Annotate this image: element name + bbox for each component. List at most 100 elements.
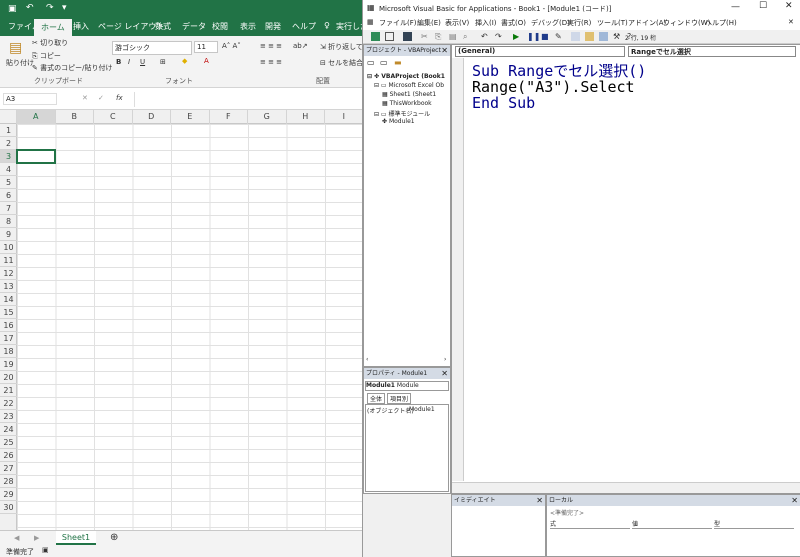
row-header[interactable]: 13 — [0, 280, 17, 293]
row-header[interactable]: 12 — [0, 267, 17, 280]
customize-icon[interactable]: ▾ — [62, 3, 67, 13]
project-close-icon[interactable]: ✕ — [441, 45, 448, 56]
row-header[interactable]: 30 — [0, 501, 17, 514]
menu-run[interactable]: 実行(R) — [567, 18, 591, 28]
wrap-text-button[interactable]: ⇲ 折り返して — [320, 42, 362, 52]
properties-icon[interactable] — [585, 32, 594, 41]
property-name-value[interactable]: Module1 — [409, 406, 435, 413]
properties-close-icon[interactable]: ✕ — [441, 368, 448, 379]
tree-module1[interactable]: ✤ Module1 — [382, 118, 415, 125]
code-hscroll[interactable] — [452, 482, 800, 493]
row-header[interactable]: 10 — [0, 241, 17, 254]
next-sheet-icon[interactable]: ▶ — [34, 534, 39, 542]
code-editor[interactable]: Sub Rangeでセル選択() Range("A3").Select End Su… — [472, 63, 646, 111]
mdi-close-icon[interactable]: ✕ — [788, 18, 794, 26]
add-sheet-icon[interactable]: ⊕ — [110, 532, 118, 543]
maximize-icon[interactable]: ☐ — [759, 1, 767, 11]
row-header[interactable]: 18 — [0, 345, 17, 358]
italic-button[interactable]: I — [128, 58, 130, 66]
tree-root[interactable]: ⊟ ✤ VBAProject (Book1 — [367, 73, 445, 80]
locals-close-icon[interactable]: ✕ — [791, 495, 798, 506]
insert-module-icon[interactable] — [385, 32, 394, 41]
font-name-select[interactable]: 游ゴシック — [112, 41, 192, 55]
row-header[interactable]: 8 — [0, 215, 17, 228]
save-icon[interactable]: ▣ — [8, 4, 17, 14]
menu-tools[interactable]: ツール(T) — [597, 18, 628, 28]
cancel-icon[interactable]: ✕ — [82, 94, 88, 102]
column-header[interactable]: B — [56, 110, 94, 124]
row-header[interactable]: 14 — [0, 293, 17, 306]
row-header[interactable]: 27 — [0, 462, 17, 475]
row-header[interactable]: 21 — [0, 384, 17, 397]
row-header[interactable]: 15 — [0, 306, 17, 319]
column-header[interactable]: I — [325, 110, 362, 124]
row-header[interactable]: 26 — [0, 449, 17, 462]
procedure-combo[interactable]: Rangeでセル選択 — [628, 46, 796, 57]
break-icon[interactable]: ❚❚ — [527, 32, 540, 41]
paste-button[interactable]: 貼り付け — [6, 58, 34, 68]
margin-indicator-bar[interactable] — [452, 58, 464, 481]
search-tell-me[interactable]: 実行したい — [336, 21, 362, 32]
insert-function-icon[interactable]: fx — [116, 94, 123, 102]
redo-icon[interactable]: ↷ — [495, 32, 504, 41]
view-excel-icon[interactable] — [371, 32, 380, 41]
macro-record-icon[interactable]: ▣ — [42, 546, 49, 554]
vbe-menu-icon[interactable]: ▦ — [367, 18, 374, 26]
tab-formulas[interactable]: 数式 — [155, 21, 171, 32]
tab-help[interactable]: ヘルプ — [292, 21, 316, 32]
prev-sheet-icon[interactable]: ◀ — [14, 534, 19, 542]
tab-view[interactable]: 表示 — [240, 21, 256, 32]
copy-icon[interactable]: ⎘ — [435, 32, 444, 41]
view-code-icon[interactable]: ▭ — [367, 58, 375, 67]
menu-file[interactable]: ファイル(F) — [379, 18, 417, 28]
align-left-icon[interactable]: ≡ ≡ ≡ — [260, 58, 282, 66]
row-header[interactable]: 23 — [0, 410, 17, 423]
menu-window[interactable]: ウィンドウ(W) — [663, 18, 710, 28]
row-header[interactable]: 28 — [0, 475, 17, 488]
align-top-icon[interactable]: ≡ ≡ ≡ — [260, 42, 282, 50]
orientation-icon[interactable]: ab↗ — [293, 42, 308, 50]
row-header[interactable]: 19 — [0, 358, 17, 371]
minimize-icon[interactable]: — — [731, 2, 740, 12]
row-header[interactable]: 6 — [0, 189, 17, 202]
active-cell-a3[interactable] — [16, 149, 56, 164]
scroll-right-icon[interactable]: › — [444, 356, 446, 363]
tab-insert[interactable]: 挿入 — [73, 21, 89, 32]
row-header[interactable]: 1 — [0, 124, 17, 137]
row-header[interactable]: 17 — [0, 332, 17, 345]
column-header[interactable]: F — [210, 110, 248, 124]
font-color-icon[interactable]: A — [204, 57, 209, 65]
undo-icon[interactable]: ↶ — [481, 32, 490, 41]
bold-button[interactable]: B — [116, 58, 121, 66]
font-grow-icon[interactable]: A˄ A˅ — [222, 42, 241, 50]
locals-col-type[interactable]: 型 — [714, 519, 794, 529]
cut-icon[interactable]: ✂ — [421, 32, 430, 41]
tree-thisworkbook[interactable]: ▦ ThisWorkbook — [382, 100, 432, 107]
tree-modules[interactable]: ⊟ ▭ 標準モジュール — [374, 109, 430, 118]
row-header[interactable]: 29 — [0, 488, 17, 501]
undo-icon[interactable]: ↶ — [26, 3, 34, 13]
find-icon[interactable]: ⌕ — [463, 32, 472, 41]
menu-edit[interactable]: 編集(E) — [417, 18, 441, 28]
row-header[interactable]: 5 — [0, 176, 17, 189]
project-explorer-icon[interactable] — [571, 32, 580, 41]
format-painter-button[interactable]: ✎ 書式のコピー/貼り付け — [32, 63, 112, 73]
row-header[interactable]: 9 — [0, 228, 17, 241]
row-header[interactable]: 22 — [0, 397, 17, 410]
close-icon[interactable]: ✕ — [785, 1, 793, 11]
object-combo[interactable]: (General) — [455, 46, 625, 57]
row-header[interactable]: 25 — [0, 436, 17, 449]
toggle-folders-icon[interactable]: ▬ — [394, 58, 402, 67]
row-header[interactable]: 11 — [0, 254, 17, 267]
menu-format[interactable]: 書式(O) — [501, 18, 526, 28]
tab-home[interactable]: ホーム — [34, 19, 72, 36]
object-browser-icon[interactable] — [599, 32, 608, 41]
fill-color-icon[interactable]: ◆ — [182, 57, 187, 65]
paste-icon[interactable]: ▤ — [449, 32, 458, 41]
row-header[interactable]: 7 — [0, 202, 17, 215]
menu-insert[interactable]: 挿入(I) — [475, 18, 497, 28]
row-header[interactable]: 3 — [0, 150, 17, 163]
paste-icon[interactable]: ▤ — [9, 40, 22, 56]
row-header[interactable]: 20 — [0, 371, 17, 384]
row-header[interactable]: 4 — [0, 163, 17, 176]
